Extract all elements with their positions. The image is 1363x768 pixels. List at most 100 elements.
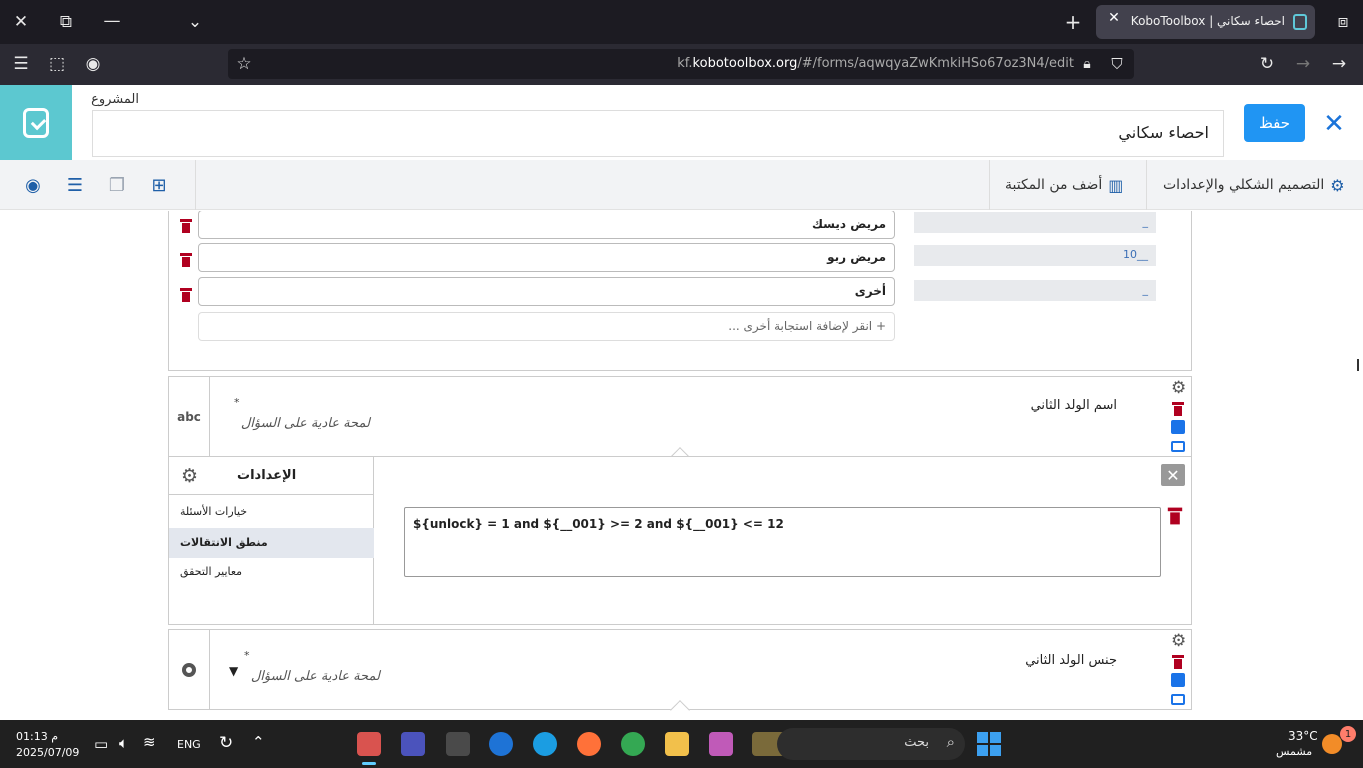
duplicate-question-icon[interactable] <box>1171 420 1185 434</box>
url-bar[interactable]: ☆ kf.kobotoolbox.org/#/forms/aqwqyaZwKmk… <box>228 49 1134 79</box>
project-label: المشروع <box>91 92 139 107</box>
settings-tab-validation[interactable]: معايير التحقق <box>169 557 374 587</box>
library-books-icon: ▥ <box>1108 175 1124 195</box>
question-label[interactable]: جنس الولد الثاني <box>1025 653 1117 668</box>
choice-label-input[interactable]: مريض ديسك <box>198 211 895 239</box>
teams-icon[interactable] <box>401 732 425 756</box>
settings-sidebar: الإعدادات ⚙ خيارات الأسئلة منطق الانتقال… <box>169 457 374 624</box>
delete-logic-icon[interactable] <box>1167 507 1183 525</box>
sync-icon[interactable]: ↻ <box>219 733 233 753</box>
question-hint[interactable]: لمحة عادية على السؤال <box>241 416 370 431</box>
choice-value-input[interactable]: _ <box>914 212 1156 233</box>
settings-gear-icon[interactable]: ⚙ <box>1171 633 1186 650</box>
cascade-icon[interactable]: ⊞ <box>148 175 170 196</box>
settings-tab-skip-logic[interactable]: منطق الانتقالات <box>169 528 374 558</box>
add-to-library-icon[interactable] <box>1171 441 1185 452</box>
start-button[interactable] <box>977 732 1001 756</box>
kobo-logo[interactable] <box>0 85 72 160</box>
weather-condition[interactable]: مشمس <box>1276 745 1312 758</box>
settings-title: الإعدادات ⚙ <box>169 457 374 495</box>
delete-question-icon[interactable] <box>1172 402 1184 416</box>
wifi-icon[interactable]: ≋ <box>143 733 156 751</box>
kobo-logo-icon <box>23 107 49 138</box>
input-language[interactable]: ENG <box>177 738 201 751</box>
forward-icon[interactable]: → <box>1288 49 1318 79</box>
toolbar-icon-group: ◉ ☰ ❐ ⊞ <box>0 160 196 210</box>
shield-icon[interactable]: ⛉ <box>1102 49 1132 79</box>
delete-choice-icon[interactable] <box>180 253 192 267</box>
file-explorer-icon[interactable] <box>665 732 689 756</box>
toolbar-divider <box>1146 160 1147 210</box>
minimize-window-icon[interactable]: — <box>97 6 127 36</box>
select-one-type-icon <box>169 630 210 709</box>
choice-label-input[interactable]: مريض ربو <box>198 243 895 272</box>
windows-taskbar: 01:13 م 2025/07/09 ▭ 🔈︎ ≋ ENG ↻ ⌃ بحث ⌕ … <box>0 720 1363 768</box>
settings-tab-question-options[interactable]: خيارات الأسئلة <box>169 497 374 527</box>
add-from-library-button[interactable]: ▥ أضف من المكتبة <box>1005 160 1123 210</box>
navigation-bar: ☰ ⬚ ◉ ☆ kf.kobotoolbox.org/#/forms/aqwqy… <box>0 44 1363 85</box>
add-to-library-icon[interactable] <box>1171 694 1185 705</box>
design-settings-button[interactable]: ⚙ التصميم الشكلي والإعدادات <box>1163 160 1345 210</box>
weather-sun-icon[interactable] <box>1322 734 1342 754</box>
delete-question-icon[interactable] <box>1172 655 1184 669</box>
form-header: المشروع احصاء سكاني حفظ ✕ <box>0 85 1363 160</box>
url-text: kf.kobotoolbox.org/#/forms/aqwqyaZwKmkiH… <box>677 56 1074 71</box>
notification-badge: 1 <box>1340 726 1356 742</box>
clock-date[interactable]: 2025/07/09 <box>16 746 79 759</box>
bookmark-star-icon[interactable]: ☆ <box>229 49 259 79</box>
battery-icon[interactable]: ▭ <box>94 735 108 753</box>
skip-logic-textarea[interactable]: ${unlock} = 1 and ${__001} >= 2 and ${__… <box>404 507 1161 577</box>
close-form-icon[interactable]: ✕ <box>1320 109 1348 139</box>
form-canvas: مريض ديسك _ مريض ربو 10__ أخرى _ + انقر … <box>0 211 1363 720</box>
project-name-input[interactable]: احصاء سكاني <box>92 110 1224 157</box>
scrollbar-thumb[interactable] <box>1357 359 1359 371</box>
reload-icon[interactable]: ↻ <box>1252 49 1282 79</box>
firefox-icon[interactable] <box>577 732 601 756</box>
text-question-type-icon: abc <box>169 377 210 456</box>
copilot-icon[interactable] <box>709 732 733 756</box>
active-tab[interactable]: احصاء سكاني | KoboToolbox ✕ <box>1096 5 1315 39</box>
delete-choice-icon[interactable] <box>180 288 192 302</box>
duplicate-question-icon[interactable] <box>1171 673 1185 687</box>
choice-label-input[interactable]: أخرى <box>198 277 895 306</box>
list-tabs-icon[interactable]: ⌄ <box>180 7 210 37</box>
account-icon[interactable]: ◉ <box>78 49 108 79</box>
extensions-icon[interactable]: ⬚ <box>42 49 72 79</box>
menu-icon[interactable]: ☰ <box>6 49 36 79</box>
required-marker: * <box>244 649 250 662</box>
lock-icon[interactable]: 🔒︎ <box>1072 49 1102 79</box>
show-hidden-icons-icon[interactable]: ⌃ <box>252 733 265 751</box>
close-panel-icon[interactable]: ✕ <box>1161 464 1185 486</box>
edge-icon[interactable] <box>533 732 557 756</box>
taskbar-search[interactable]: بحث ⌕ <box>777 728 965 760</box>
question-hint[interactable]: لمحة عادية على السؤال <box>251 669 380 684</box>
add-from-library-label: أضف من المكتبة <box>1005 177 1103 193</box>
snipping-tool-icon[interactable] <box>357 732 381 756</box>
toggle-questions-icon[interactable]: ☰ <box>64 175 86 196</box>
kobo-favicon-icon <box>1293 14 1307 30</box>
choice-value-input[interactable]: _ <box>914 280 1156 301</box>
group-questions-icon[interactable]: ❐ <box>106 175 128 196</box>
choice-value-input[interactable]: 10__ <box>914 245 1156 266</box>
settings-gear-icon[interactable]: ⚙ <box>1171 380 1186 397</box>
back-icon[interactable]: → <box>1324 49 1354 79</box>
settings-gear-icon: ⚙ <box>181 465 199 487</box>
expand-choices-icon[interactable]: ▼ <box>229 664 238 678</box>
clock-time[interactable]: 01:13 م <box>16 730 58 743</box>
volume-icon[interactable]: 🔈︎ <box>119 734 128 752</box>
question-label[interactable]: اسم الولد الثاني <box>1031 398 1117 413</box>
calculator-icon[interactable] <box>446 732 470 756</box>
delete-choice-icon[interactable] <box>180 219 192 233</box>
add-choice-button[interactable]: + انقر لإضافة استجابة أخرى ... <box>198 312 895 341</box>
restore-window-icon[interactable]: ⧉ <box>51 7 81 37</box>
save-button[interactable]: حفظ <box>1244 104 1305 142</box>
weather-temperature[interactable]: 33°C <box>1288 729 1318 743</box>
new-tab-icon[interactable]: + <box>1058 7 1088 37</box>
required-marker: * <box>234 396 240 409</box>
chrome-icon[interactable] <box>621 732 645 756</box>
firefox-view-icon[interactable]: ⧈ <box>1328 7 1358 37</box>
close-window-icon[interactable]: ✕ <box>6 7 36 37</box>
preview-eye-icon[interactable]: ◉ <box>22 175 44 196</box>
app-icon[interactable] <box>489 732 513 756</box>
tab-close-icon[interactable]: ✕ <box>1104 10 1124 26</box>
